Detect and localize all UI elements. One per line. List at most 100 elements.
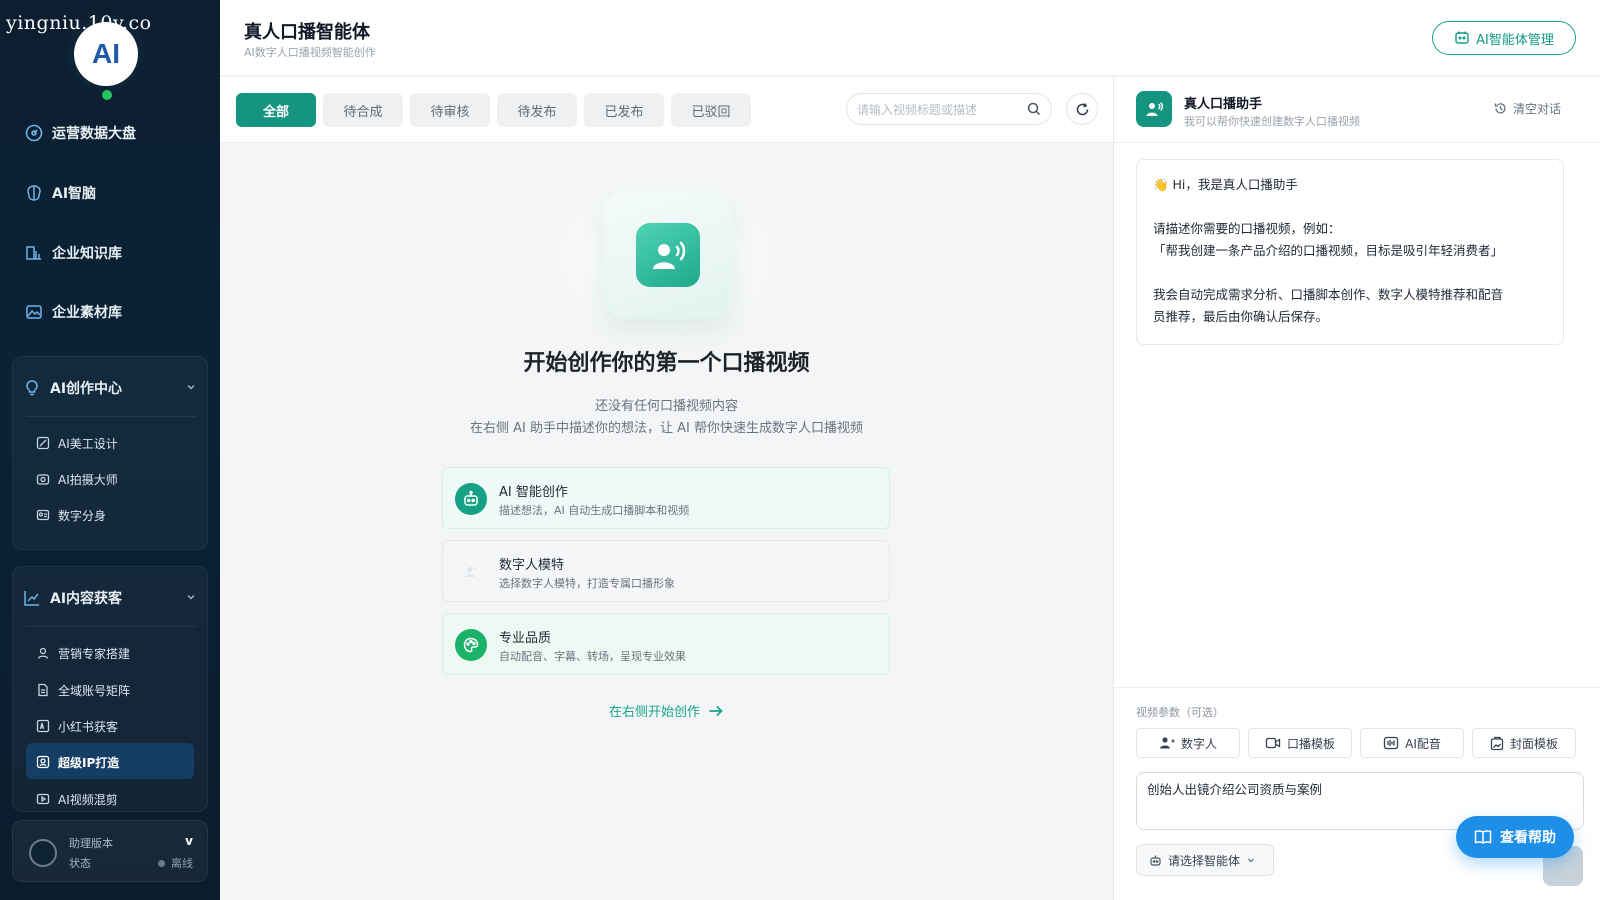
- feature-desc: 选择数字人模特，打造专属口播形象: [499, 577, 675, 590]
- ip-badge-icon: [36, 755, 50, 769]
- feature-desc: 自动配音、字幕、转场，呈现专业效果: [499, 650, 686, 663]
- search-input[interactable]: [857, 100, 1017, 120]
- assistant-avatar-icon: [1136, 91, 1172, 127]
- agent-select-label: 请选择智能体: [1168, 853, 1241, 868]
- feature-title: AI 智能创作: [499, 485, 568, 500]
- video-icon: [36, 792, 50, 806]
- chip-label: 数字人: [1180, 736, 1217, 751]
- palette-icon: [455, 629, 487, 661]
- assistant-header: 真人口播助手 我可以帮你快速创建数字人口播视频 清空对话: [1114, 77, 1600, 143]
- manage-button-label: AI智能体管理: [1476, 32, 1554, 48]
- start-creating-link[interactable]: 在右侧开始创作: [220, 701, 1113, 720]
- assistant-version-panel[interactable]: 助理版本 状态 v 离线: [12, 820, 208, 882]
- watermark: yingniu.10v.co: [6, 12, 152, 34]
- tab-pending-compose[interactable]: 待合成: [323, 93, 403, 127]
- cover-template-icon: [1490, 736, 1504, 751]
- refresh-icon: [1075, 102, 1090, 117]
- knowledge-base-icon: [24, 243, 44, 263]
- document-icon: [36, 683, 50, 697]
- dashboard-icon: [24, 123, 44, 143]
- person-icon: [455, 556, 487, 588]
- id-card-icon: [36, 508, 50, 522]
- feature-desc: 描述想法，AI 自动生成口播脚本和视频: [499, 504, 690, 517]
- group-head-ai-content[interactable]: AI内容获客: [22, 586, 122, 610]
- tab-pending-publish[interactable]: 待发布: [497, 93, 577, 127]
- nav-knowledge-base[interactable]: 企业知识库: [24, 241, 122, 265]
- sub-item-digital-avatar[interactable]: 数字分身: [36, 505, 106, 525]
- nav-label: AI智脑: [52, 186, 97, 202]
- tab-published[interactable]: 已发布: [584, 93, 664, 127]
- video-params-area: 视频参数（可选） 数字人 口播模板 AI配音 封面模板 创始人出镜介绍公司资质与…: [1114, 687, 1600, 900]
- empty-state-line2: 在右侧 AI 助手中描述你的想法，让 AI 帮你快速生成数字人口播视频: [470, 421, 863, 436]
- message-line: 「帮我创建一条产品介绍的口播视频，目标是吸引年轻消费者」: [1153, 243, 1504, 258]
- user-add-icon: [1159, 736, 1175, 750]
- sub-item-super-ip[interactable]: 超级IP打造: [36, 752, 119, 772]
- sub-item-label: 数字分身: [58, 508, 107, 523]
- nav-asset-library[interactable]: 企业素材库: [24, 300, 122, 324]
- sub-item-label: AI拍摄大师: [58, 472, 118, 487]
- help-button[interactable]: 查看帮助: [1456, 816, 1574, 858]
- assistant-desc: 我可以帮你快速创建数字人口播视频: [1184, 115, 1360, 128]
- empty-state-line1: 还没有任何口播视频内容: [594, 399, 738, 414]
- clear-chat-button[interactable]: 清空对话: [1494, 100, 1561, 117]
- assistant-panel: 真人口播助手 我可以帮你快速创建数字人口播视频 清空对话 👋 Hi，我是真人口播…: [1113, 77, 1600, 900]
- search-icon[interactable]: [1027, 102, 1041, 116]
- filter-toolbar: 全部 待合成 待审核 待发布 已发布 已驳回: [220, 77, 1113, 143]
- chip-label: 口播模板: [1286, 736, 1335, 751]
- sidebar: yingniu.10v.co AI 运营数据大盘 AI智脑 企业知识库 企业素材…: [0, 0, 220, 900]
- lightbulb-icon: [22, 378, 42, 398]
- param-voice-button[interactable]: AI配音: [1360, 728, 1464, 758]
- book-icon: [1474, 829, 1492, 845]
- sub-item-video-mix[interactable]: AI视频混剪: [36, 789, 118, 809]
- group-label: AI内容获客: [50, 591, 123, 607]
- agent-manage-button[interactable]: AI智能体管理: [1432, 21, 1576, 55]
- sub-item-label: AI美工设计: [58, 436, 118, 451]
- image-library-icon: [24, 302, 44, 322]
- chevron-down-icon[interactable]: [186, 382, 196, 392]
- audio-wave-icon: [1383, 736, 1399, 750]
- param-template-button[interactable]: 口播模板: [1248, 728, 1352, 758]
- group-label: AI创作中心: [50, 381, 123, 397]
- message-line: 请描述你需要的口播视频，例如：: [1153, 221, 1341, 236]
- history-icon: [1494, 102, 1507, 115]
- tab-rejected[interactable]: 已驳回: [671, 93, 751, 127]
- agent-select-dropdown[interactable]: 请选择智能体: [1136, 844, 1274, 876]
- sub-item-ai-design[interactable]: AI美工设计: [36, 433, 118, 453]
- tab-pending-review[interactable]: 待审核: [410, 93, 490, 127]
- design-icon: [36, 436, 50, 450]
- refresh-button[interactable]: [1066, 93, 1098, 125]
- group-head-ai-creation[interactable]: AI创作中心: [22, 376, 122, 400]
- version-label: 助理版本: [69, 837, 113, 850]
- speaker-person-icon: [636, 223, 700, 287]
- clear-chat-label: 清空对话: [1512, 102, 1561, 116]
- sub-item-label: AI视频混剪: [58, 792, 118, 807]
- offline-dot: [158, 859, 165, 867]
- user-icon: [36, 646, 50, 660]
- camera-icon: [36, 472, 50, 486]
- nav-label: 运营数据大盘: [52, 126, 136, 142]
- brain-icon: [24, 183, 44, 203]
- tab-all[interactable]: 全部: [236, 93, 316, 127]
- sub-item-ai-camera[interactable]: AI拍摄大师: [36, 469, 118, 489]
- nav-ai-brain[interactable]: AI智脑: [24, 181, 96, 205]
- nav-dashboard[interactable]: 运营数据大盘: [24, 121, 136, 145]
- page-header: 真人口播智能体 AI数字人口播视频智能创作 AI智能体管理: [220, 0, 1600, 76]
- assistant-message: 👋 Hi，我是真人口播助手 请描述你需要的口播视频，例如： 「帮我创建一条产品介…: [1136, 159, 1564, 345]
- page-title: 真人口播智能体: [244, 22, 370, 43]
- chip-label: 封面模板: [1509, 736, 1558, 751]
- sub-item-xiaohongshu[interactable]: 小红书获客: [36, 716, 118, 736]
- sub-item-label: 超级IP打造: [58, 755, 120, 770]
- agent-manage-icon: [1454, 30, 1470, 46]
- sub-item-marketing-expert[interactable]: 营销专家搭建: [36, 643, 130, 663]
- help-button-label: 查看帮助: [1500, 830, 1556, 846]
- sub-item-account-matrix[interactable]: 全域账号矩阵: [36, 680, 130, 700]
- chevron-down-icon[interactable]: [186, 592, 196, 602]
- empty-state-title: 开始创作你的第一个口播视频: [523, 351, 810, 376]
- chip-label: AI配音: [1405, 736, 1441, 751]
- feature-digital-model: 数字人模特 选择数字人模特，打造专属口播形象: [442, 540, 890, 602]
- group-divider: [26, 626, 196, 627]
- param-cover-button[interactable]: 封面模板: [1472, 728, 1576, 758]
- param-digital-human-button[interactable]: 数字人: [1136, 728, 1240, 758]
